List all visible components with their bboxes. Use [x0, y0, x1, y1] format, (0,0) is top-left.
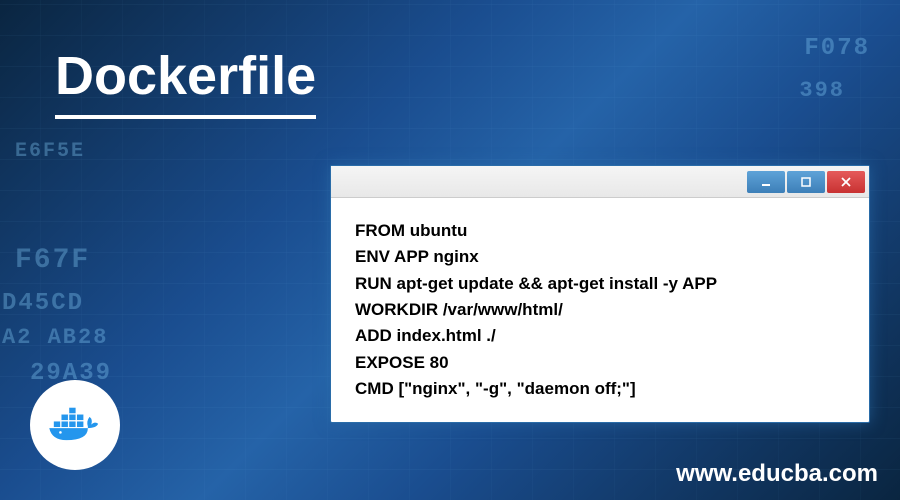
docker-whale-icon [45, 403, 105, 448]
code-line: FROM ubuntu [355, 218, 845, 244]
code-line: ENV APP nginx [355, 244, 845, 270]
code-content: FROM ubuntu ENV APP nginx RUN apt-get up… [331, 198, 869, 422]
window-titlebar [331, 166, 869, 198]
hex-decoration: 398 [799, 78, 845, 103]
code-line: RUN apt-get update && apt-get install -y… [355, 271, 845, 297]
minimize-button[interactable] [747, 171, 785, 193]
code-line: ADD index.html ./ [355, 323, 845, 349]
docker-logo [30, 380, 120, 470]
hex-decoration: E6F5E [15, 140, 85, 163]
code-line: CMD ["nginx", "-g", "daemon off;"] [355, 376, 845, 402]
website-url: www.educba.com [676, 460, 878, 488]
code-line: EXPOSE 80 [355, 350, 845, 376]
window-controls [747, 171, 865, 193]
close-button[interactable] [827, 171, 865, 193]
hex-decoration: F078 [804, 35, 870, 62]
hex-decoration: F67F [15, 245, 90, 276]
code-window: FROM ubuntu ENV APP nginx RUN apt-get up… [330, 165, 870, 423]
page-title: Dockerfile [55, 45, 316, 119]
maximize-button[interactable] [787, 171, 825, 193]
hex-decoration: A2 AB28 [2, 325, 108, 350]
code-line: WORKDIR /var/www/html/ [355, 297, 845, 323]
hex-decoration: D45CD [2, 290, 84, 317]
